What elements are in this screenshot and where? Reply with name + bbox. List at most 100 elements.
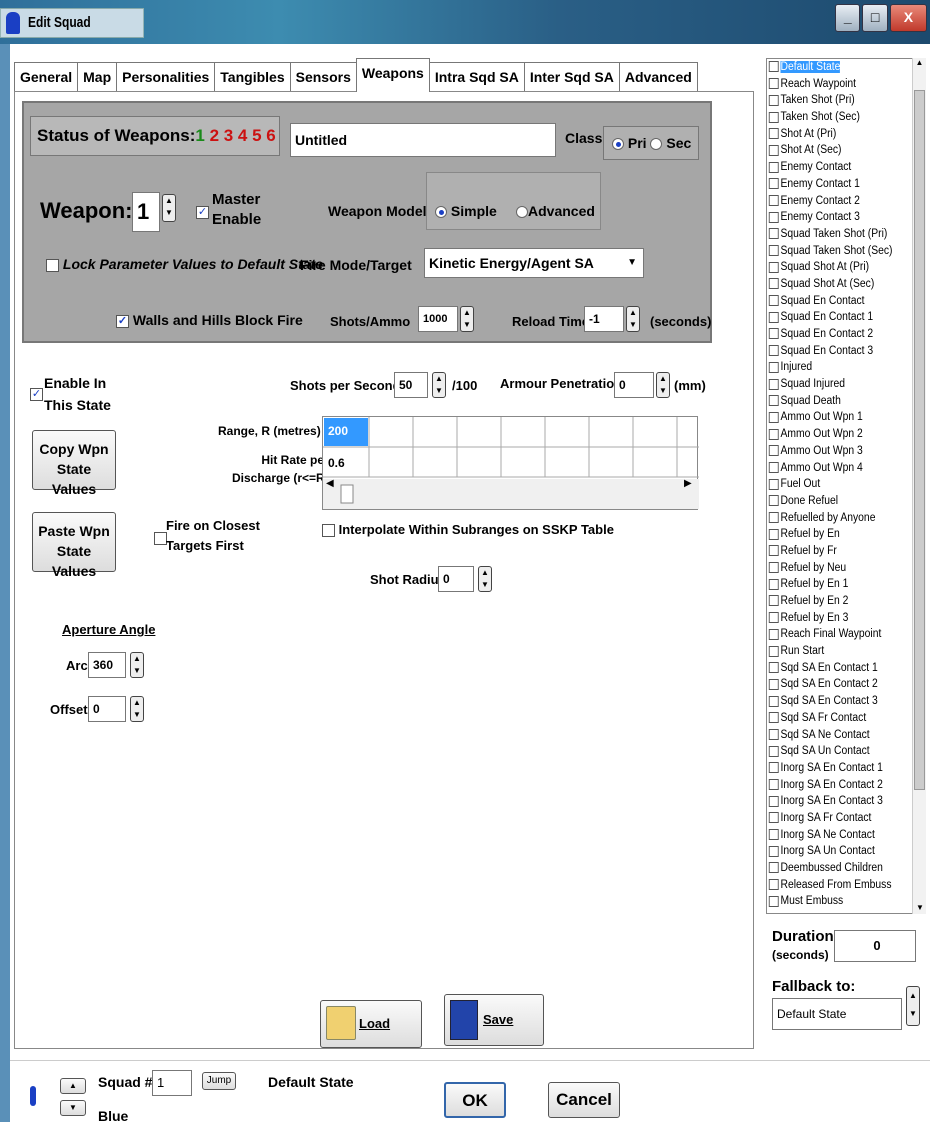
weapon-number-field[interactable]: 1 [132,192,160,232]
state-checkbox[interactable] [768,411,779,423]
scroll-left-icon[interactable]: ◀ [326,478,334,489]
state-checkbox[interactable] [768,461,779,473]
scroll-up-icon[interactable]: ▲ [913,58,926,67]
state-checkbox[interactable] [768,245,779,257]
state-checkbox[interactable] [768,762,779,774]
state-list-item[interactable]: Deembussed Children [767,860,909,877]
state-list-item[interactable]: Sqd SA En Contact 2 [767,676,909,693]
state-list-item[interactable]: Inorg SA En Contact 1 [767,760,909,777]
state-list-item[interactable]: Enemy Contact 3 [767,209,909,226]
arc-field[interactable]: 360 [88,652,126,678]
close-button[interactable]: X [889,4,927,32]
state-list-item[interactable]: Taken Shot (Sec) [767,109,909,126]
tab-inter-sqd-sa[interactable]: Inter Sqd SA [523,62,620,92]
state-checkbox[interactable] [768,829,779,841]
state-list-item[interactable]: Refuel by En 1 [767,576,909,593]
state-checkbox[interactable] [768,495,779,507]
fire-mode-select[interactable]: Kinetic Energy/Agent SA ▼ [424,248,644,278]
state-list-item[interactable]: Inorg SA Ne Contact [767,827,909,844]
state-checkbox[interactable] [768,595,779,607]
state-list-item[interactable]: Refuel by En [767,526,909,543]
state-list-item[interactable]: Squad Death [767,393,909,410]
state-list-item[interactable]: Refuel by Fr [767,543,909,560]
state-checkbox[interactable] [768,662,779,674]
state-checkbox[interactable] [768,228,779,240]
weapon-name-field[interactable]: Untitled [290,123,556,157]
reload-time-field[interactable]: -1 [584,306,624,332]
squad-number-field[interactable]: 1 [152,1070,192,1096]
state-list-item[interactable]: Squad En Contact 1 [767,309,909,326]
hit-rate-cell[interactable]: 0.6 [328,456,345,470]
weapon-model-advanced[interactable]: Advanced [516,203,595,219]
state-checkbox[interactable] [768,395,779,407]
class-pri-radio[interactable] [612,138,624,151]
state-list-item[interactable]: Ammo Out Wpn 2 [767,426,909,443]
state-checkbox[interactable] [768,678,779,690]
squad-up-button[interactable]: ▲ [60,1078,86,1094]
offset-spinner[interactable]: ▲ ▼ [130,696,144,722]
weapon-number-spinner[interactable]: ▲ ▼ [162,194,176,222]
state-checkbox[interactable] [768,78,779,90]
state-list-item[interactable]: Squad Taken Shot (Pri) [767,226,909,243]
shot-radius-spinner[interactable]: ▲ ▼ [478,566,492,592]
state-list-item[interactable]: Released From Embuss [767,877,909,894]
tab-intra-sqd-sa[interactable]: Intra Sqd SA [428,62,525,92]
duration-field[interactable]: 0 [834,930,916,962]
state-list-item[interactable]: Reach Final Waypoint [767,626,909,643]
class-sec-radio[interactable] [650,138,663,151]
state-list-item[interactable]: Run Start [767,643,909,660]
tab-advanced[interactable]: Advanced [618,62,698,92]
tab-map[interactable]: Map [77,62,118,92]
shots-per-second-field[interactable]: 50 [394,372,428,398]
state-list-item[interactable]: Enemy Contact 1 [767,176,909,193]
state-list-item[interactable]: Sqd SA Fr Contact [767,710,909,727]
state-list-item[interactable]: Inorg SA Un Contact [767,843,909,860]
jump-button[interactable]: Jump [202,1072,236,1090]
copy-wpn-state-button[interactable]: Copy Wpn State Values [32,430,116,497]
scrollbar-thumb[interactable] [914,90,925,790]
state-checkbox[interactable] [768,745,779,757]
state-checkbox[interactable] [768,361,779,373]
state-checkbox[interactable] [768,862,779,874]
state-checkbox[interactable] [768,528,779,540]
state-list-item[interactable]: Fuel Out [767,476,909,493]
shots-ammo-field[interactable]: 1000 [418,306,458,332]
armour-penetration-spinner[interactable]: ▲ ▼ [656,372,670,398]
state-list-item[interactable]: Ammo Out Wpn 4 [767,460,909,477]
state-checkbox[interactable] [768,428,779,440]
squad-down-button[interactable]: ▼ [60,1100,86,1116]
state-list-item[interactable]: Ammo Out Wpn 3 [767,443,909,460]
shots-ammo-spinner[interactable]: ▲ ▼ [460,306,474,332]
state-list-item[interactable]: Injured [767,359,909,376]
state-list[interactable]: Default State Reach Waypoint Taken Shot (P… [766,58,926,914]
state-list-item[interactable]: Must Embuss [767,893,909,910]
state-checkbox[interactable] [768,845,779,857]
state-checkbox[interactable] [768,645,779,657]
state-list-item[interactable]: Refuel by En 2 [767,593,909,610]
state-list-item[interactable]: Sqd SA Ne Contact [767,727,909,744]
weapon-model-simple[interactable]: Simple [435,203,497,219]
offset-field[interactable]: 0 [88,696,126,722]
state-list-item[interactable]: Squad Taken Shot (Sec) [767,243,909,260]
tab-general[interactable]: General [14,62,79,92]
range-cell[interactable]: 200 [328,424,348,438]
status-weapon-1[interactable]: 1 [195,126,204,145]
state-list-item[interactable]: Shot At (Sec) [767,142,909,159]
shot-radius-field[interactable]: 0 [438,566,474,592]
paste-wpn-state-button[interactable]: Paste Wpn State Values [32,512,116,579]
state-list-item[interactable]: Enemy Contact 2 [767,193,909,210]
armour-penetration-field[interactable]: 0 [614,372,654,398]
state-checkbox[interactable] [768,345,779,357]
state-list-item[interactable]: Shot At (Pri) [767,126,909,143]
state-checkbox[interactable] [768,545,779,557]
state-list-item[interactable]: Ammo Out Wpn 1 [767,409,909,426]
state-checkbox[interactable] [768,478,779,490]
state-list-item[interactable]: Sqd SA Un Contact [767,743,909,760]
shots-per-second-spinner[interactable]: ▲ ▼ [432,372,446,398]
state-checkbox[interactable] [768,211,779,223]
state-checkbox[interactable] [768,144,779,156]
state-list-scrollbar[interactable]: ▲ ▼ [912,58,926,914]
master-enable-checkbox[interactable]: ✓ [196,204,209,222]
state-list-item[interactable]: Refuel by Neu [767,560,909,577]
state-checkbox[interactable] [768,612,779,624]
